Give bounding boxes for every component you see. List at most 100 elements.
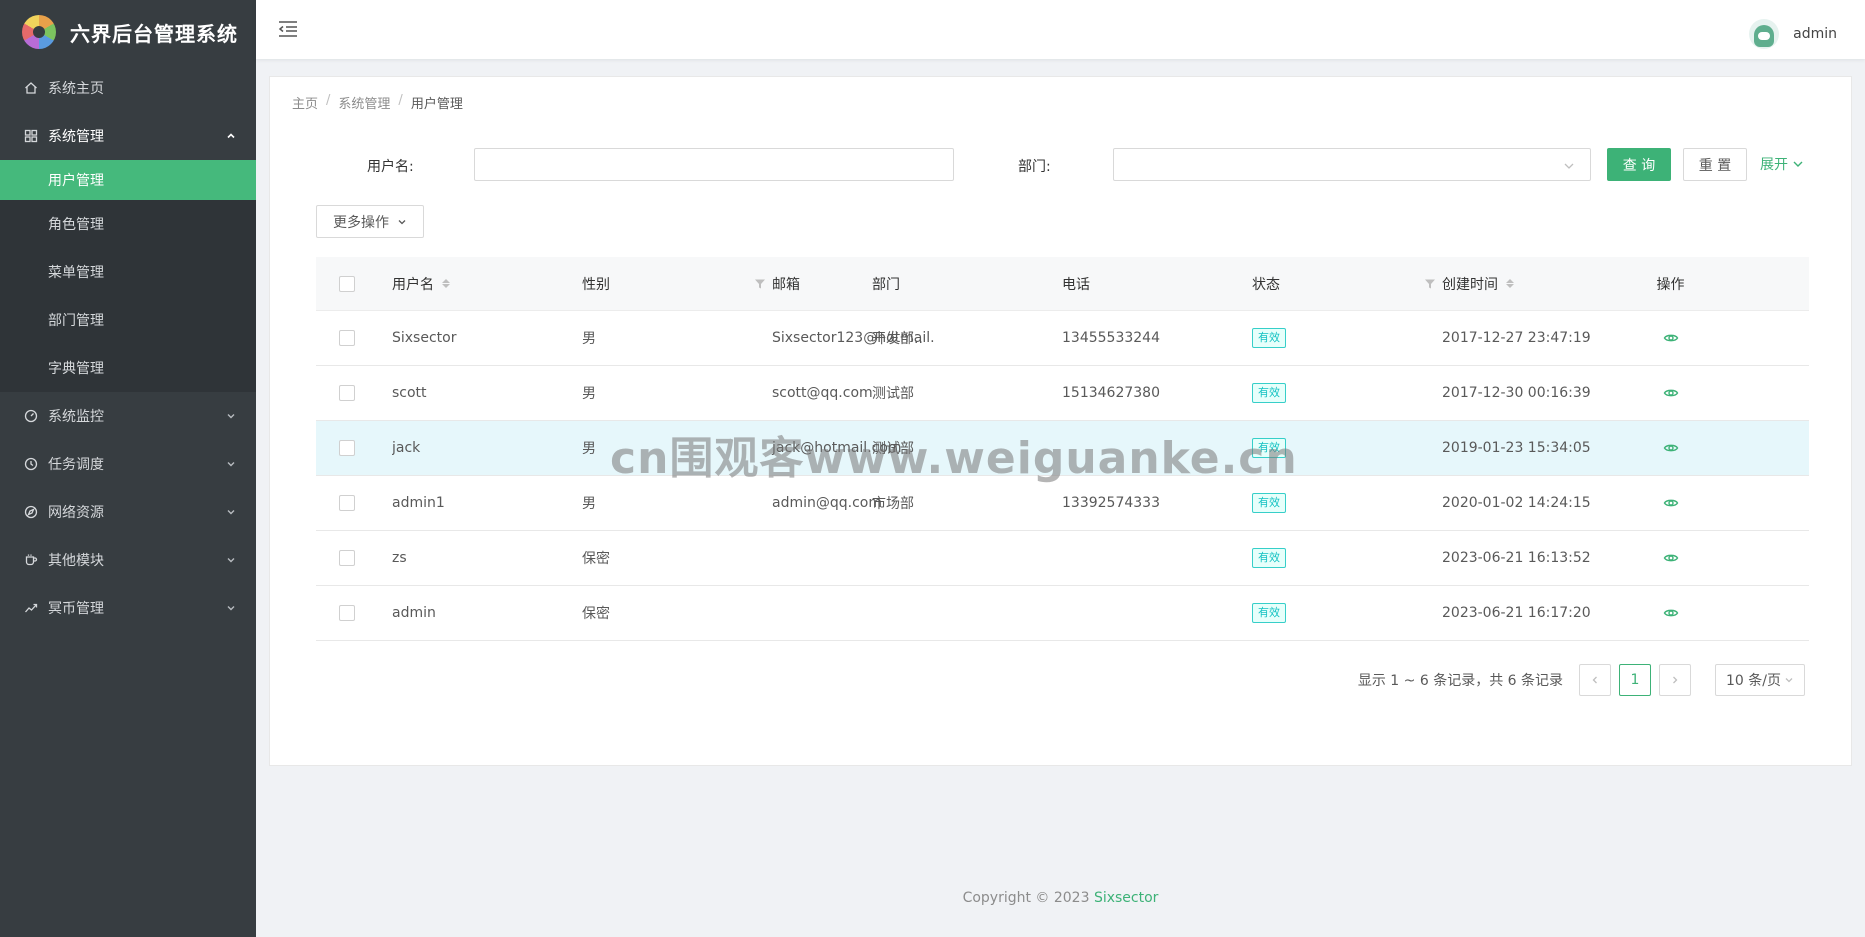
sidebar-item-task-scheduling[interactable]: 任务调度 [0, 440, 256, 488]
column-username[interactable]: 用户名 [392, 274, 582, 294]
view-icon[interactable] [1663, 605, 1679, 621]
status-badge: 有效 [1252, 438, 1286, 458]
sidebar-item-system-monitor[interactable]: 系统监控 [0, 392, 256, 440]
row-checkbox[interactable] [339, 550, 355, 566]
chevron-down-icon [226, 459, 236, 469]
page-size-value: 10 条/页 [1726, 673, 1781, 689]
chevron-down-icon [226, 555, 236, 565]
page-button[interactable]: 1 [1619, 664, 1651, 696]
sidebar-item-home[interactable]: 系统主页 [0, 64, 256, 112]
select-all-checkbox[interactable] [339, 275, 355, 292]
table-row[interactable]: Sixsector 男 Sixsector123@hotmail. 开发部.. … [316, 311, 1809, 366]
app-logo[interactable]: 六界后台管理系统 [0, 0, 256, 64]
prev-page-button[interactable] [1579, 664, 1611, 696]
breadcrumb-separator: / [398, 93, 403, 108]
status-badge: 有效 [1252, 328, 1286, 348]
users-table: 用户名 性别 邮箱 部门 电话 状态 创建时间 操作 Sixsector 男 S… [316, 257, 1809, 641]
filter-icon[interactable] [1424, 278, 1436, 290]
cell-created: 2019-01-23 15:34:05 [1442, 440, 1591, 456]
footer-brand-link[interactable]: Sixsector [1094, 890, 1158, 906]
sidebar-item-system-management[interactable]: 系统管理 [0, 112, 256, 160]
column-sex: 性别 [582, 274, 772, 294]
sidebar-item-label: 其他模块 [48, 553, 104, 569]
sidebar-item-other-modules[interactable]: 其他模块 [0, 536, 256, 584]
cell-dept: 市场部 [872, 496, 914, 512]
pagination: 显示 1 ~ 6 条记录，共 6 条记录 1 10 条/页 [1358, 664, 1805, 696]
chevron-right-icon [1673, 676, 1678, 684]
breadcrumb: 主页 / 系统管理 / 用户管理 [292, 93, 463, 112]
chevron-down-icon [1563, 160, 1575, 172]
cell-username: admin [392, 605, 436, 621]
chevron-up-icon [226, 131, 236, 141]
avatar[interactable] [1749, 19, 1780, 49]
table-row[interactable]: zs 保密 有效 2023-06-21 16:13:52 [316, 531, 1809, 586]
filter-icon[interactable] [754, 278, 766, 290]
expand-link-label: 展开 [1760, 157, 1788, 173]
row-checkbox[interactable] [339, 440, 355, 456]
pagination-total: 显示 1 ~ 6 条记录，共 6 条记录 [1357, 673, 1563, 689]
table-header: 用户名 性别 邮箱 部门 电话 状态 创建时间 操作 [316, 257, 1809, 311]
menu-fold-icon[interactable] [278, 20, 298, 38]
table-row[interactable]: admin 保密 有效 2023-06-21 16:17:20 [316, 586, 1809, 641]
view-icon[interactable] [1663, 330, 1679, 346]
username: admin [1793, 26, 1837, 42]
grid-icon [24, 129, 38, 143]
cell-sex: 保密 [582, 551, 610, 567]
cell-email: admin@qq.com [772, 495, 882, 511]
chevron-down-icon [1785, 678, 1793, 683]
clock-icon [24, 457, 38, 471]
expand-link[interactable]: 展开 [1760, 154, 1804, 174]
breadcrumb-parent[interactable]: 系统管理 [338, 93, 390, 112]
sidebar-item-currency-management[interactable]: 冥币管理 [0, 584, 256, 632]
status-badge: 有效 [1252, 383, 1286, 403]
dept-select[interactable] [1113, 148, 1591, 181]
sort-icon[interactable] [1506, 279, 1514, 288]
row-checkbox[interactable] [339, 385, 355, 401]
more-actions-label: 更多操作 [333, 214, 389, 231]
sidebar-item-label: 系统管理 [48, 129, 104, 145]
table-row[interactable]: jack 男 jack@hotmail.com 测试部 有效 2019-01-2… [316, 421, 1809, 476]
view-icon[interactable] [1663, 385, 1679, 401]
view-icon[interactable] [1663, 440, 1679, 456]
cell-username: zs [392, 550, 407, 566]
sidebar-item-dept-management[interactable]: 部门管理 [0, 296, 256, 344]
row-checkbox[interactable] [339, 605, 355, 621]
cell-created: 2017-12-30 00:16:39 [1442, 385, 1591, 401]
reset-button[interactable]: 重 置 [1683, 148, 1747, 181]
row-checkbox[interactable] [339, 495, 355, 511]
table-row[interactable]: scott 男 scott@qq.com 测试部 15134627380 有效 … [316, 366, 1809, 421]
sidebar-item-menu-management[interactable]: 菜单管理 [0, 248, 256, 296]
sidebar-item-dict-management[interactable]: 字典管理 [0, 344, 256, 392]
logo-icon [22, 15, 56, 49]
column-dept: 部门 [872, 274, 1062, 294]
breadcrumb-separator: / [326, 93, 331, 108]
breadcrumb-home[interactable]: 主页 [292, 93, 318, 112]
sidebar-item-user-management[interactable]: 用户管理 [0, 160, 256, 200]
app-title: 六界后台管理系统 [70, 21, 238, 46]
sidebar-item-label: 任务调度 [48, 457, 104, 473]
next-page-button[interactable] [1659, 664, 1691, 696]
column-created[interactable]: 创建时间 [1442, 274, 1632, 294]
query-button[interactable]: 查 询 [1607, 148, 1671, 181]
footer: Copyright © 2023 Sixsector [256, 890, 1865, 906]
cell-username: jack [392, 440, 421, 456]
cell-username: admin1 [392, 495, 445, 511]
user-menu[interactable]: admin [1749, 19, 1837, 49]
cell-email: scott@qq.com [772, 385, 873, 401]
sidebar-item-role-management[interactable]: 角色管理 [0, 200, 256, 248]
top-header: admin [256, 0, 1865, 59]
username-input[interactable] [474, 148, 954, 181]
sidebar-item-label: 系统主页 [48, 81, 104, 97]
sort-icon[interactable] [442, 279, 450, 288]
table-row[interactable]: admin1 男 admin@qq.com 市场部 13392574333 有效… [316, 476, 1809, 531]
row-checkbox[interactable] [339, 330, 355, 346]
column-label: 邮箱 [772, 276, 800, 293]
dept-label: 部门: [1018, 159, 1051, 175]
more-actions-dropdown[interactable]: 更多操作 [316, 205, 424, 238]
column-phone: 电话 [1062, 274, 1252, 294]
coffee-icon [24, 553, 38, 567]
page-size-select[interactable]: 10 条/页 [1715, 664, 1805, 696]
view-icon[interactable] [1663, 550, 1679, 566]
view-icon[interactable] [1663, 495, 1679, 511]
sidebar-item-network-resources[interactable]: 网络资源 [0, 488, 256, 536]
